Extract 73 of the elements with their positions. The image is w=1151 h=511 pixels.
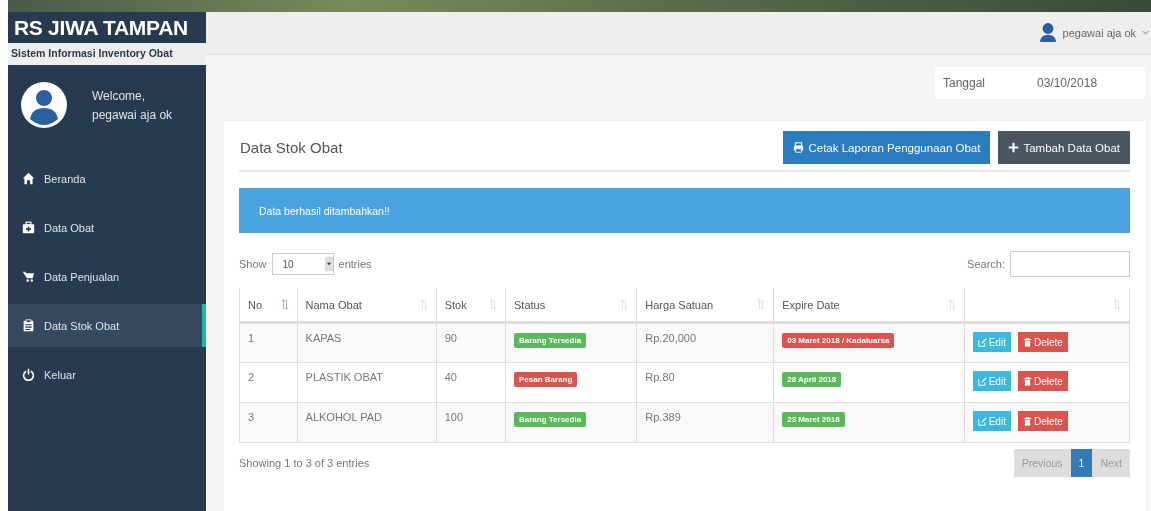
column-title: Harga Satuan	[645, 298, 714, 311]
table-cell: 3	[239, 402, 298, 443]
sort-icon	[620, 299, 629, 310]
cart-icon	[22, 270, 35, 283]
user-icon	[1038, 22, 1057, 44]
medkit-icon	[22, 221, 35, 234]
caret-icon	[1142, 30, 1149, 36]
search-field[interactable]	[1010, 251, 1130, 277]
table-info: Showing 1 to 3 of 3 entries	[239, 457, 370, 469]
panel-title: Data Stok Obat	[239, 139, 343, 156]
table-cell: 2	[239, 362, 298, 403]
column-title: Expire Date	[782, 298, 840, 311]
table-cell: 90	[436, 322, 506, 363]
brand-title: RS JIWA TAMPAN	[8, 12, 206, 43]
table-cell: Rp.20,000	[636, 322, 774, 363]
search-label: Search:	[967, 258, 1005, 270]
table-cell: Rp.80	[636, 362, 774, 403]
print-icon	[793, 142, 805, 153]
plus-icon	[1008, 142, 1020, 153]
trash-icon	[1022, 337, 1032, 347]
column-title: Nama Obat	[305, 298, 362, 311]
expiry-label: 03 Maret 2018 / Kadaluarsa	[782, 333, 895, 348]
sort-icon	[757, 299, 766, 310]
welcome-text: Welcome,	[92, 88, 147, 103]
expiry-label: 28 April 2018	[782, 372, 842, 387]
status-label: Barang Tersedia	[514, 412, 587, 427]
table-cell: ALKOHOL PAD	[297, 402, 437, 443]
add-button[interactable]: Tambah Data Obat	[998, 131, 1130, 164]
sort-icon	[947, 299, 956, 310]
page-size-select[interactable]: 10	[271, 253, 334, 275]
table-cell: 100	[436, 402, 506, 443]
sidebar-item[interactable]: Data Stok Obat	[8, 304, 206, 347]
date-value: 03/10/2018	[1036, 76, 1098, 90]
date-label: Tanggal	[942, 76, 987, 90]
column-title: Stok	[444, 298, 467, 311]
table-cell: KAPAS	[297, 322, 437, 363]
edit-icon	[977, 337, 987, 347]
sidebar-item[interactable]: Data Obat	[8, 206, 206, 249]
avatar-icon	[20, 81, 68, 129]
edit-icon	[977, 416, 987, 426]
status-label: Pesan Barang	[514, 372, 578, 387]
show-label: Show	[239, 258, 267, 270]
sidebar-item[interactable]: Keluar	[8, 353, 206, 396]
column-title: No	[248, 298, 263, 311]
sort-icon	[1113, 299, 1121, 310]
user-name: pegawai aja ok	[92, 107, 173, 122]
delete-button[interactable]: Delete	[1017, 371, 1068, 391]
sidebar-item[interactable]: Beranda	[8, 157, 206, 200]
table-cell: PLASTIK OBAT	[297, 362, 437, 403]
status-label: Barang Tersedia	[514, 333, 587, 348]
print-report-button[interactable]: Cetak Laporan Penggunaan Obat	[783, 131, 991, 164]
home-icon	[22, 172, 35, 185]
delete-button[interactable]: Delete	[1017, 332, 1068, 352]
pagination-link[interactable]: 1	[1070, 449, 1093, 477]
power-icon	[22, 368, 35, 381]
sort-icon	[280, 299, 289, 310]
success-alert: Data berhasil ditambahkan!!	[239, 188, 1130, 233]
trash-icon	[1022, 376, 1032, 386]
table-cell: 1	[239, 322, 298, 363]
edit-icon	[977, 376, 987, 386]
clipboard-icon	[22, 319, 35, 332]
sort-icon	[489, 299, 497, 310]
expiry-label: 23 Maret 2018	[782, 412, 845, 427]
sidebar-item[interactable]: Data Penjualan	[8, 255, 206, 298]
brand-subtitle: Sistem Informasi Inventory Obat	[10, 46, 174, 61]
column-title: Status	[514, 298, 546, 311]
trash-icon	[1022, 416, 1032, 426]
table-cell: Rp.389	[636, 402, 774, 443]
user-menu[interactable]: pegawai aja ok	[1038, 22, 1151, 44]
sort-icon	[419, 299, 428, 310]
delete-button[interactable]: Delete	[1017, 411, 1068, 431]
entries-label: entries	[338, 258, 372, 270]
table-cell: 40	[436, 362, 506, 403]
